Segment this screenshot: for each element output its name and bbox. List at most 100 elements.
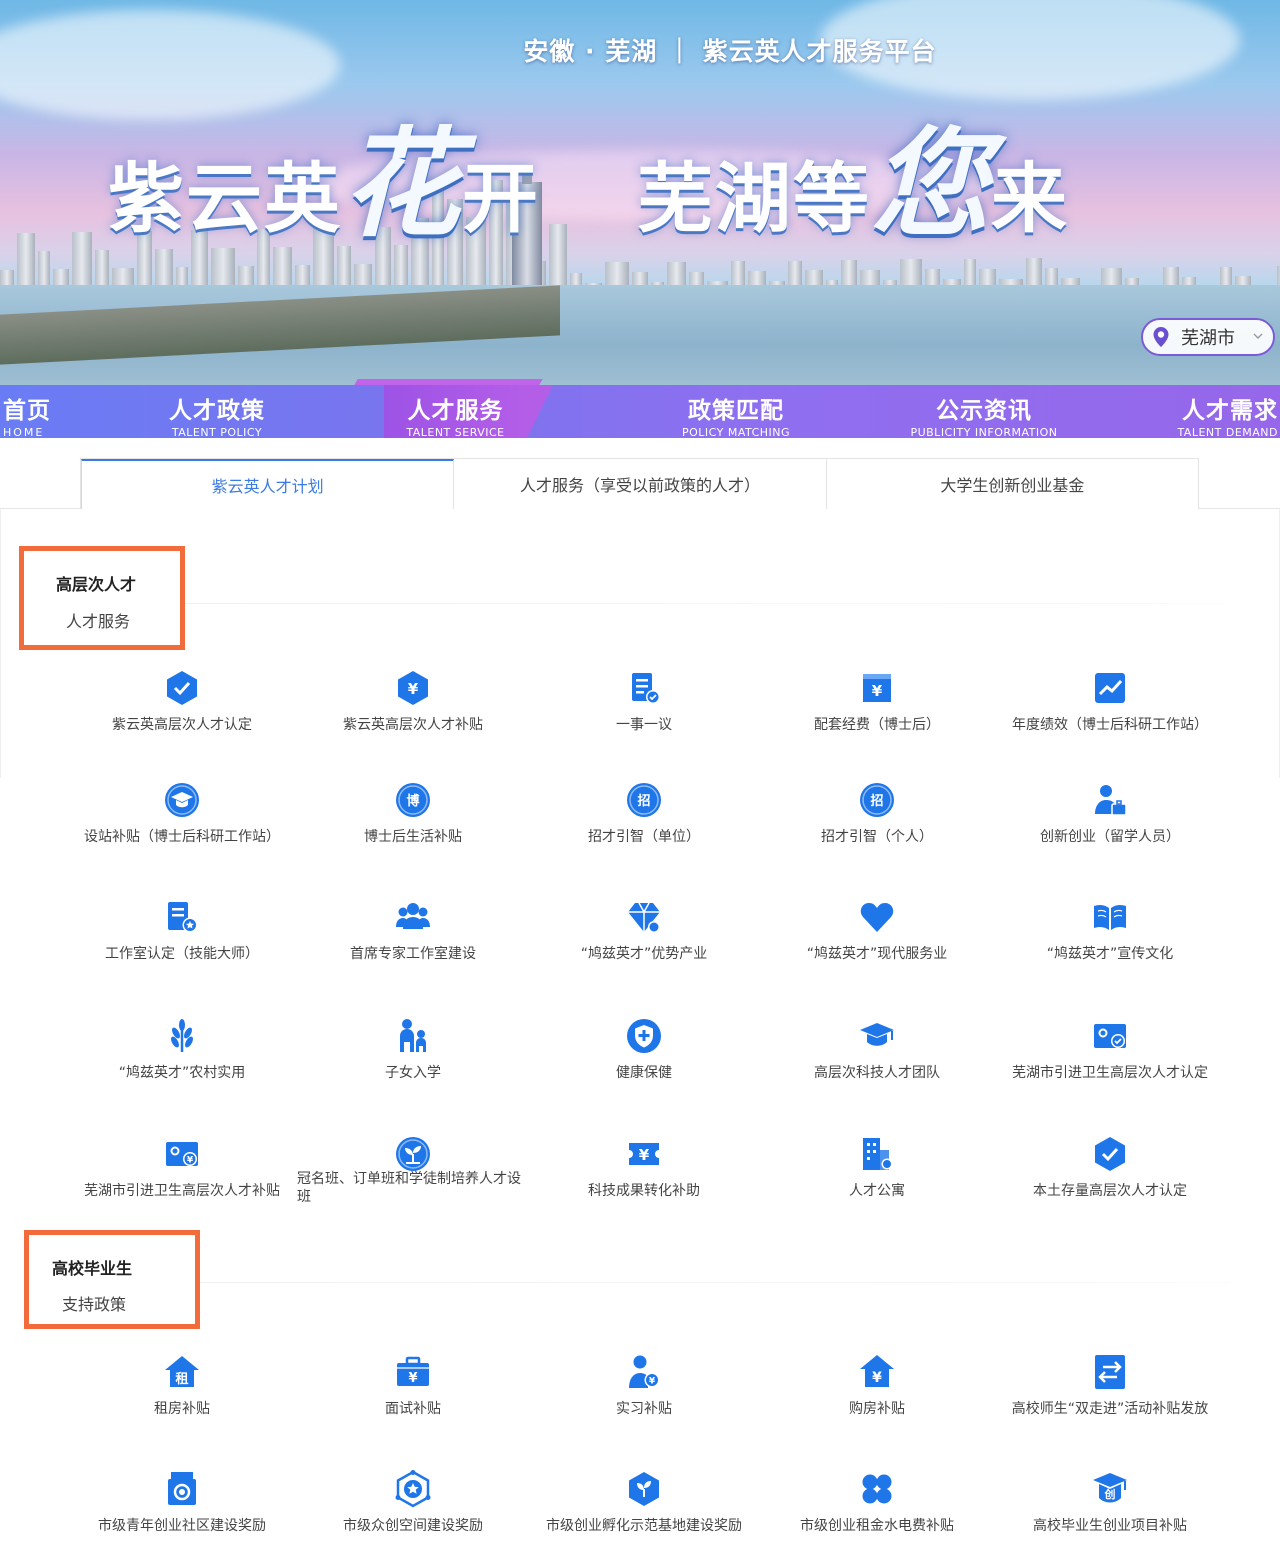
service-item[interactable]: “鸠兹英才”现代服务业 <box>761 897 993 975</box>
sprout-circle-icon <box>396 1137 430 1171</box>
service-item-label: 博士后生活补贴 <box>364 829 462 845</box>
service-item-label: 紫云英高层次人才认定 <box>112 717 252 733</box>
briefcase-yuan-icon: ¥ <box>397 1356 429 1386</box>
nav-sublabel: PUBLICITY INFORMATION <box>910 426 1058 439</box>
service-item-label: 工作室认定（技能大师） <box>105 946 259 962</box>
service-item[interactable]: 市级创业孵化示范基地建设奖励 <box>528 1469 760 1547</box>
svg-text:创: 创 <box>1104 1487 1116 1501</box>
cap-chuang-icon: 创 <box>1093 1473 1127 1503</box>
shield-check-icon <box>1095 1137 1125 1171</box>
house-yuan-icon: ¥ <box>860 1355 894 1387</box>
service-item[interactable]: 紫云英高层次人才认定 <box>66 668 298 746</box>
nav-talent-demand[interactable]: 人才需求 TALENT DEMAND <box>1172 385 1280 439</box>
service-item[interactable]: ¥ 紫云英高层次人才补贴 <box>297 668 529 746</box>
service-item[interactable]: 创新创业（留学人员） <box>994 780 1226 858</box>
bo-circle-icon: 博 <box>396 783 430 817</box>
nav-label: 政策匹配 <box>688 398 784 424</box>
service-item[interactable]: 高校师生“双走进”活动补贴发放 <box>994 1352 1226 1430</box>
service-item-label: 招才引智（单位） <box>588 829 700 845</box>
service-item[interactable]: ¥ 购房补贴 <box>761 1352 993 1430</box>
service-item-label: 实习补贴 <box>616 1401 672 1417</box>
service-item[interactable]: 市级青年创业社区建设奖励 <box>66 1469 298 1547</box>
service-item[interactable]: “鸠兹英才”农村实用 <box>66 1016 298 1094</box>
tab-student-fund[interactable]: 大学生创新创业基金 <box>827 459 1198 509</box>
service-item[interactable]: 设站补贴（博士后科研工作站） <box>66 780 298 858</box>
service-item[interactable]: 租租房补贴 <box>66 1352 298 1430</box>
service-item-label: 子女入学 <box>385 1065 441 1081</box>
service-item-label: 科技成果转化补助 <box>588 1183 700 1199</box>
service-item[interactable]: 招招才引智（单位） <box>528 780 760 858</box>
service-item[interactable]: 招招才引智（个人） <box>761 780 993 858</box>
person-coin-icon: ¥ <box>629 1355 660 1388</box>
house-rent-icon: 租 <box>165 1356 199 1387</box>
svg-text:¥: ¥ <box>872 1370 882 1386</box>
nav-label: 公示资讯 <box>936 398 1032 424</box>
main-nav: 首页 HOME 人才政策 TALENT POLICY 人才服务 TALENT S… <box>0 385 1280 439</box>
service-item[interactable]: 工作室认定（技能大师） <box>66 897 298 975</box>
service-item[interactable]: 本土存量高层次人才认定 <box>994 1134 1226 1212</box>
nav-publicity[interactable]: 公示资讯 PUBLICITY INFORMATION <box>884 385 1084 439</box>
service-item-label: 创新创业（留学人员） <box>1040 829 1180 845</box>
service-item-label: 高层次科技人才团队 <box>814 1065 940 1081</box>
svg-text:招: 招 <box>637 793 650 809</box>
service-item[interactable]: 一事一议 <box>528 668 760 746</box>
headline-script: 您 <box>870 114 991 253</box>
nav-talent-service[interactable]: 人才服务 TALENT SERVICE <box>384 385 553 439</box>
city-selector[interactable]: 芜湖市 <box>1141 318 1275 356</box>
nav-talent-policy[interactable]: 人才政策 TALENT POLICY <box>120 385 314 439</box>
service-item[interactable]: ¥ 科技成果转化补助 <box>528 1134 760 1212</box>
service-item-label: 面试补贴 <box>385 1401 441 1417</box>
headline-part: 紫云英 <box>108 154 342 243</box>
service-item[interactable]: 健康保健 <box>528 1016 760 1094</box>
hex-star-icon <box>395 1470 431 1508</box>
chevron-down-icon <box>1253 332 1263 343</box>
parent-child-icon <box>400 1019 426 1052</box>
document-check-icon <box>632 673 660 704</box>
service-item[interactable]: ¥ 面试补贴 <box>297 1352 529 1430</box>
section-divider <box>185 603 1225 604</box>
service-item[interactable]: 年度绩效（博士后科研工作站） <box>994 668 1226 746</box>
tab-ziyunying-plan[interactable]: 紫云英人才计划 <box>81 459 455 509</box>
hexagon-yuan-icon: ¥ <box>398 671 428 705</box>
svg-text:¥: ¥ <box>408 1371 417 1386</box>
service-item-label: “鸠兹英才”宣传文化 <box>1046 946 1174 962</box>
banner-headline: 紫云英花开 芜湖等您来 <box>108 88 1069 259</box>
service-item[interactable]: 冠名班、订单班和学徒制培养人才设班 <box>297 1134 529 1212</box>
service-item[interactable]: 创高校毕业生创业项目补贴 <box>994 1469 1226 1547</box>
service-item-label: 招才引智（个人） <box>821 829 933 845</box>
service-item[interactable]: 芜湖市引进卫生高层次人才认定 <box>994 1016 1226 1094</box>
service-item[interactable]: 首席专家工作室建设 <box>297 897 529 975</box>
shield-sprout-icon <box>629 1472 659 1506</box>
book-icon <box>1094 904 1126 930</box>
medal-icon <box>168 1472 196 1505</box>
service-item[interactable]: “鸠兹英才”优势产业 <box>528 897 760 975</box>
diamond-icon <box>628 902 660 933</box>
section-title: 高层次人才 <box>56 575 137 594</box>
apartment-icon <box>863 1138 893 1170</box>
section-header-high-level-talent: 高层次人才 人才服务 <box>19 546 185 650</box>
section-subtitle: 支持政策 <box>62 1295 127 1314</box>
service-item[interactable]: 人才公寓 <box>761 1134 993 1212</box>
service-item[interactable]: “鸠兹英才”宣传文化 <box>994 897 1226 975</box>
service-item[interactable]: 高层次科技人才团队 <box>761 1016 993 1094</box>
tab-talent-service-legacy[interactable]: 人才服务（享受以前政策的人才） <box>454 459 827 509</box>
service-item[interactable]: ¥ 配套经费（博士后） <box>761 668 993 746</box>
health-shield-icon <box>627 1019 661 1053</box>
headline-part: 来 <box>990 154 1069 243</box>
nav-label: 人才需求 <box>1182 398 1278 424</box>
service-item[interactable]: 博博士后生活补贴 <box>297 780 529 858</box>
service-item-label: 紫云英高层次人才补贴 <box>343 717 483 733</box>
service-item[interactable]: ¥ 实习补贴 <box>528 1352 760 1430</box>
service-item[interactable]: 子女入学 <box>297 1016 529 1094</box>
nav-home[interactable]: 首页 HOME <box>0 385 60 439</box>
service-item[interactable]: 市级创业租金水电费补贴 <box>761 1469 993 1547</box>
nav-policy-matching[interactable]: 政策匹配 POLICY MATCHING <box>636 385 836 439</box>
svg-text:¥: ¥ <box>187 1156 194 1166</box>
card-money-icon: ¥ <box>166 1142 198 1166</box>
service-item-label: 租房补贴 <box>154 1401 210 1417</box>
box-yuan-icon: ¥ <box>863 674 891 702</box>
service-item-label: 购房补贴 <box>849 1401 905 1417</box>
service-item-label: 市级青年创业社区建设奖励 <box>98 1518 266 1534</box>
service-item[interactable]: ¥ 芜湖市引进卫生高层次人才补贴 <box>66 1134 298 1212</box>
service-item[interactable]: 市级众创空间建设奖励 <box>297 1469 529 1547</box>
